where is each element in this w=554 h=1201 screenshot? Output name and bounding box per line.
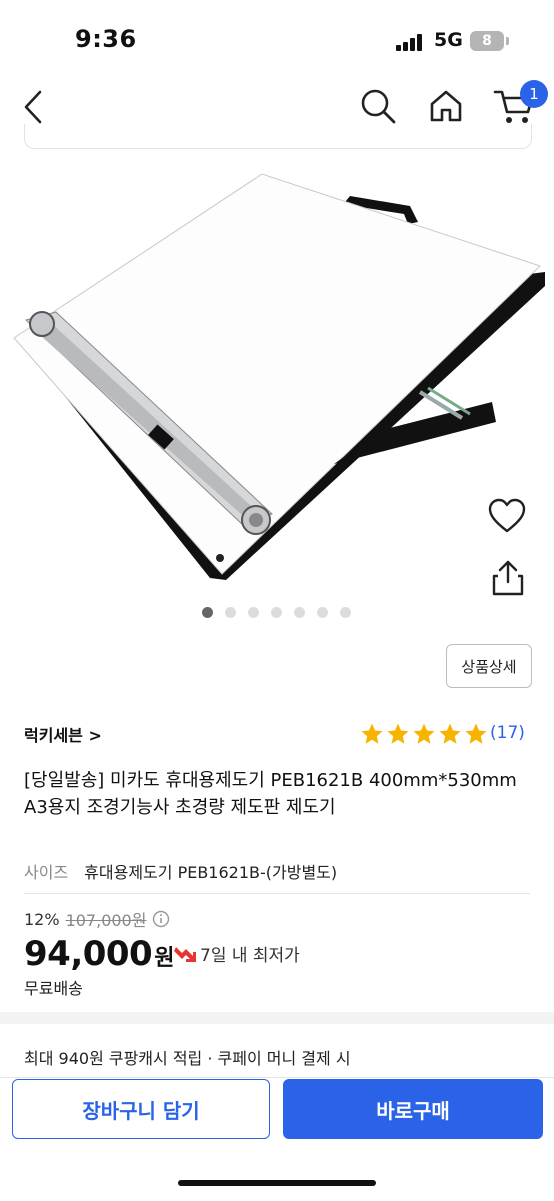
chevron-left-icon[interactable] xyxy=(16,86,50,128)
product-image[interactable] xyxy=(0,160,554,600)
star-icon xyxy=(387,723,409,744)
cart-count-badge: 1 xyxy=(520,80,548,108)
divider xyxy=(24,893,530,894)
gallery-dot[interactable] xyxy=(317,607,328,618)
buy-now-button[interactable]: 바로구매 xyxy=(283,1079,543,1139)
signal-icon xyxy=(396,33,422,51)
arrow-down-icon xyxy=(174,946,196,962)
add-to-cart-button[interactable]: 장바구니 담기 xyxy=(12,1079,270,1139)
gallery-dot[interactable] xyxy=(202,607,213,618)
discount-rate: 12% xyxy=(24,909,60,929)
seller-link[interactable]: 럭키세븐 > xyxy=(24,722,102,746)
battery-tip xyxy=(506,37,509,45)
status-bar: 9:36 5G 8 xyxy=(0,0,554,72)
price-currency: 원 xyxy=(154,946,174,971)
star-icon xyxy=(361,723,383,744)
original-price: 107,000원 xyxy=(65,911,147,930)
star-icon xyxy=(413,723,435,744)
gallery-dot[interactable] xyxy=(294,607,305,618)
price-value: 94,000 xyxy=(24,934,153,974)
sale-price: 94,000원 xyxy=(24,934,174,974)
section-separator xyxy=(0,1012,554,1024)
info-icon[interactable] xyxy=(152,910,170,928)
gallery-dot[interactable] xyxy=(340,607,351,618)
option-row[interactable]: 사이즈 휴대용제도기 PEB1621B-(가방별도) xyxy=(24,859,337,883)
share-icon[interactable] xyxy=(490,558,526,598)
gallery-dot[interactable] xyxy=(271,607,282,618)
battery-icon: 8 xyxy=(470,31,504,51)
lowest-price-badge: 7일 내 최저가 xyxy=(174,941,300,966)
cash-reward-text: 최대 940원 쿠팡캐시 적립 · 쿠페이 머니 결제 시 xyxy=(24,1049,351,1068)
lowest-price-text: 7일 내 최저가 xyxy=(200,946,300,966)
search-bar-edge xyxy=(24,124,532,149)
star-icon xyxy=(439,723,461,744)
rating-stars[interactable] xyxy=(360,722,488,746)
gallery-dots[interactable] xyxy=(202,607,351,618)
star-icon xyxy=(465,723,487,744)
network-label: 5G xyxy=(434,29,463,51)
home-indicator xyxy=(178,1180,376,1186)
product-title: [당일발송] 미카도 휴대용제도기 PEB1621B 400mm*530mm A… xyxy=(24,770,517,818)
heart-icon[interactable] xyxy=(486,496,528,536)
review-count-link[interactable]: (17) xyxy=(490,723,525,743)
discount-row: 12% 107,000원 xyxy=(24,907,170,931)
search-icon[interactable] xyxy=(358,86,398,126)
gallery-dot[interactable] xyxy=(248,607,259,618)
shipping-info: 무료배송 xyxy=(24,979,83,998)
option-value: 휴대용제도기 PEB1621B-(가방별도) xyxy=(84,863,338,882)
gallery-dot[interactable] xyxy=(225,607,236,618)
option-label: 사이즈 xyxy=(24,863,69,882)
product-detail-button[interactable]: 상품상세 xyxy=(446,644,532,688)
home-icon[interactable] xyxy=(426,86,466,126)
clock: 9:36 xyxy=(75,25,137,53)
